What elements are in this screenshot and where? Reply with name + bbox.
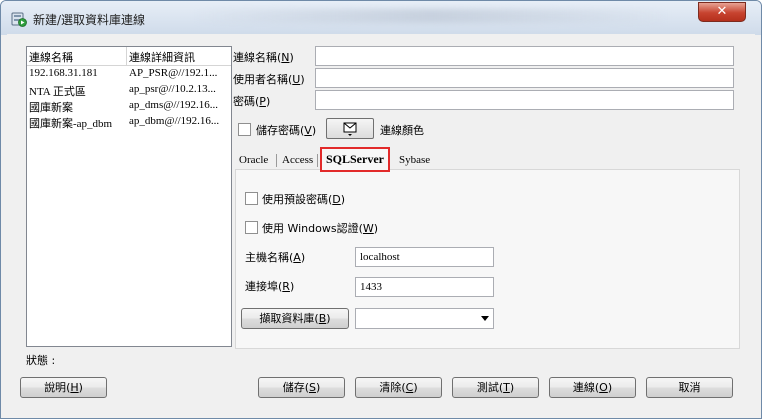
connection-name: 國庫新案-ap_dbm (29, 118, 113, 130)
envelope-dropdown-icon (343, 122, 357, 136)
database-connect-icon (11, 12, 27, 27)
tab-sybase[interactable]: Sybase (399, 152, 430, 170)
password-input[interactable] (315, 90, 734, 110)
username-input[interactable] (315, 68, 734, 88)
connection-detail: AP_PSR@//192.1... (129, 67, 218, 79)
connection-name: 國庫新案 (29, 102, 73, 114)
clear-button[interactable]: 清除(C) (355, 377, 442, 398)
username-label: 使用者名稱(U) (233, 73, 305, 86)
tab-separator (276, 154, 277, 167)
connection-name: 192.168.31.181 (29, 67, 98, 79)
connection-name: NTA 正式區 (29, 86, 86, 98)
connection-row[interactable]: 192.168.31.181 AP_PSR@//192.1... (27, 66, 231, 82)
save-password-checkbox[interactable] (238, 123, 251, 136)
connection-detail: ap_psr@//10.2.13... (129, 83, 216, 95)
use-windows-auth-checkbox[interactable] (245, 221, 258, 234)
title-bar-blur (191, 9, 671, 23)
hostname-label: 主機名稱(A) (245, 251, 306, 264)
connection-color-button[interactable] (326, 118, 374, 139)
save-password-label: 儲存密碼(V) (256, 124, 317, 137)
use-default-password-label: 使用預設密碼(D) (262, 193, 346, 206)
connection-detail: ap_dms@//192.16... (129, 99, 218, 111)
dialog-window: 新建/選取資料庫連線 ✕ 連線名稱 連線詳細資訊 192.168.31.181 … (0, 0, 762, 419)
use-windows-auth-label: 使用 Windows認證(W) (262, 222, 379, 235)
connection-row[interactable]: 國庫新案 ap_dms@//192.16... (27, 98, 231, 114)
connection-list[interactable]: 連線名稱 連線詳細資訊 192.168.31.181 AP_PSR@//192.… (26, 46, 232, 347)
retrieve-database-button[interactable]: 擷取資料庫(B) (241, 308, 349, 329)
window-title: 新建/選取資料庫連線 (33, 13, 146, 27)
hostname-input[interactable]: localhost (355, 247, 494, 267)
connection-list-header: 連線名稱 連線詳細資訊 (27, 47, 231, 66)
connection-name-input[interactable] (315, 46, 734, 66)
connect-button[interactable]: 連線(O) (549, 377, 636, 398)
connection-color-label: 連線顏色 (380, 124, 424, 137)
dialog-body: 連線名稱 連線詳細資訊 192.168.31.181 AP_PSR@//192.… (7, 34, 755, 412)
status-label: 狀態 : (26, 354, 56, 367)
help-button[interactable]: 說明(H) (20, 377, 107, 398)
connection-row[interactable]: 國庫新案-ap_dbm ap_dbm@//192.16... (27, 114, 231, 130)
tab-separator (317, 154, 318, 167)
tab-sqlserver[interactable]: SQLServer (320, 147, 390, 172)
column-header-name[interactable]: 連線名稱 (27, 47, 127, 65)
cancel-button[interactable]: 取消 (646, 377, 733, 398)
port-input[interactable]: 1433 (355, 277, 494, 297)
column-header-detail[interactable]: 連線詳細資訊 (127, 47, 231, 65)
tab-access[interactable]: Access (282, 152, 313, 170)
connection-name-label: 連線名稱(N) (233, 51, 294, 64)
save-button[interactable]: 儲存(S) (258, 377, 345, 398)
title-bar[interactable]: 新建/選取資料庫連線 ✕ (1, 1, 761, 35)
database-select[interactable] (355, 308, 494, 329)
close-button[interactable]: ✕ (698, 2, 746, 22)
port-label: 連接埠(R) (245, 280, 295, 293)
chevron-down-icon (481, 316, 489, 321)
use-default-password-checkbox[interactable] (245, 192, 258, 205)
tab-oracle[interactable]: Oracle (239, 152, 268, 170)
connection-detail: ap_dbm@//192.16... (129, 115, 220, 127)
connection-row[interactable]: NTA 正式區 ap_psr@//10.2.13... (27, 82, 231, 98)
test-button[interactable]: 測試(T) (452, 377, 539, 398)
password-label: 密碼(P) (233, 95, 271, 108)
